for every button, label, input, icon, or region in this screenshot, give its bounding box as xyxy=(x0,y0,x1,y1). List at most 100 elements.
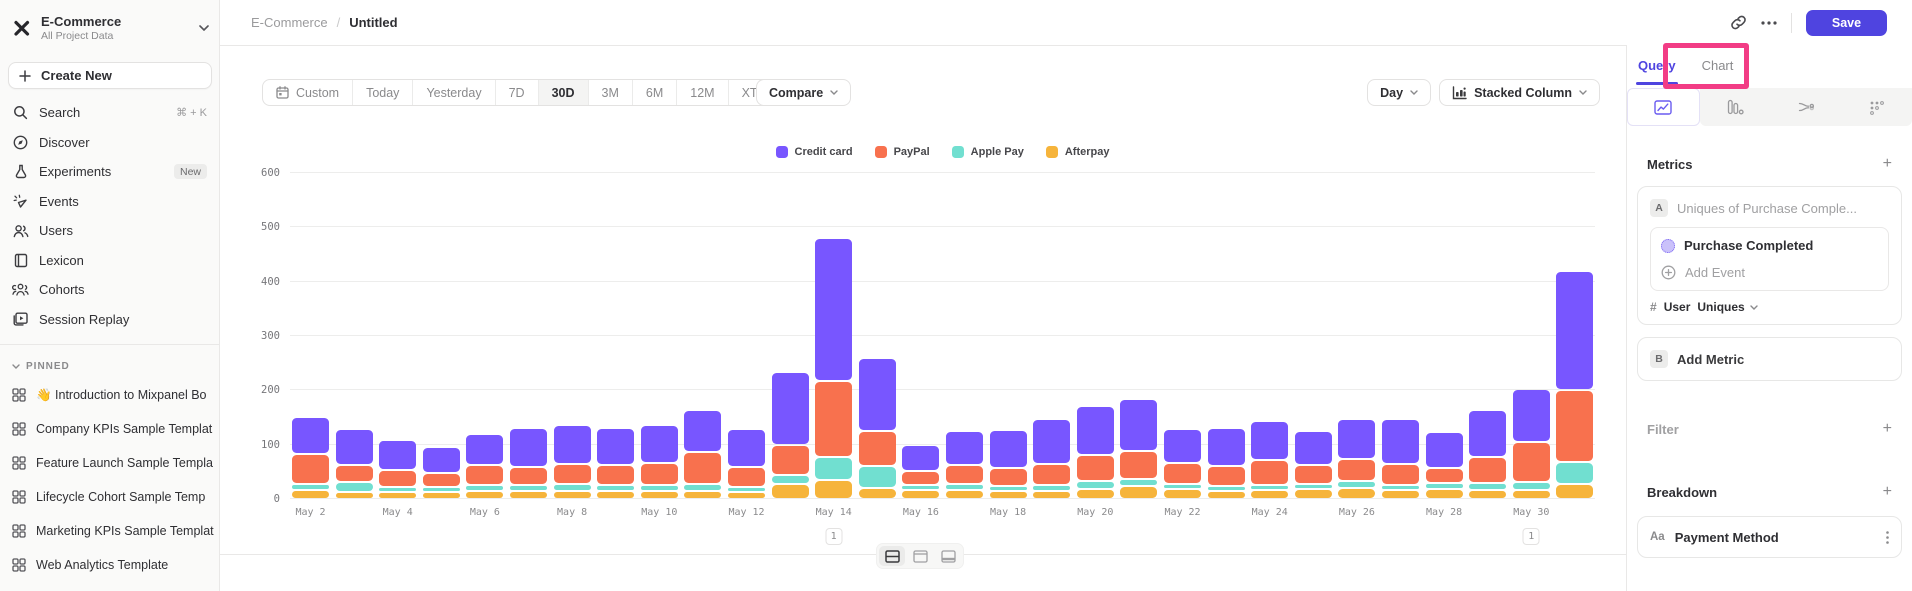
layout-top-button[interactable] xyxy=(907,546,933,566)
layout-bottom-button[interactable] xyxy=(935,546,961,566)
pinned-section-header[interactable]: PINNED xyxy=(0,345,219,378)
tab-retention[interactable] xyxy=(1841,88,1912,126)
breakdown-card[interactable]: Aa Payment Method xyxy=(1637,516,1902,558)
pinned-board-intro[interactable]: 👋 Introduction to Mixpanel Bo xyxy=(0,378,219,412)
sidebar-item-cohorts[interactable]: Cohorts xyxy=(0,275,219,305)
tab-insights[interactable] xyxy=(1627,88,1700,126)
stacked-bar-may-11[interactable] xyxy=(684,411,721,498)
pinned-board-company-kpis[interactable]: Company KPIs Sample Templat xyxy=(0,412,219,446)
tab-funnels[interactable] xyxy=(1700,88,1771,126)
pinned-board-web-analytics[interactable]: Web Analytics Template xyxy=(0,548,219,582)
bar-segment-apple-pay xyxy=(990,487,1027,490)
date-range-6m[interactable]: 6M xyxy=(633,80,677,105)
sidebar-item-experiments[interactable]: Experiments New xyxy=(0,157,219,187)
pinned-board-marketing-kpis[interactable]: Marketing KPIs Sample Templat xyxy=(0,514,219,548)
stacked-bar-may-8[interactable] xyxy=(554,426,591,498)
agg-type-dropdown[interactable]: Uniques xyxy=(1697,300,1757,314)
kebab-menu-icon[interactable] xyxy=(1886,531,1889,544)
annotation-count-badge[interactable]: 1 xyxy=(1523,528,1540,545)
sidebar-item-lexicon[interactable]: Lexicon xyxy=(0,246,219,276)
bar-segment-afterpay xyxy=(684,492,721,498)
bar-segment-paypal xyxy=(815,382,852,456)
date-range-3m[interactable]: 3M xyxy=(589,80,633,105)
metric-card-b[interactable]: B Add Metric xyxy=(1637,337,1902,381)
stacked-bar-may-6[interactable] xyxy=(466,435,503,498)
more-options-button[interactable] xyxy=(1761,21,1777,25)
date-range-30d-selected[interactable]: 30D xyxy=(539,80,589,105)
pinned-board-lifecycle-cohort[interactable]: Lifecycle Cohort Sample Temp xyxy=(0,480,219,514)
stacked-bar-may-31[interactable] xyxy=(1556,272,1593,498)
stacked-bar-may-23[interactable] xyxy=(1208,429,1245,498)
date-range-custom[interactable]: Custom xyxy=(263,80,353,105)
add-event-row[interactable]: Add Event xyxy=(1661,259,1878,286)
event-row-purchase-completed[interactable]: Purchase Completed xyxy=(1661,232,1878,259)
stacked-bar-may-17[interactable] xyxy=(946,432,983,498)
agg-entity[interactable]: User xyxy=(1664,300,1691,314)
date-range-12m[interactable]: 12M xyxy=(677,80,728,105)
sidebar-item-search[interactable]: Search ⌘ + K xyxy=(0,98,219,128)
gridline xyxy=(290,335,1595,336)
stacked-bar-may-3[interactable] xyxy=(336,430,373,498)
stacked-bar-may-19[interactable] xyxy=(1033,420,1070,498)
stacked-bar-may-7[interactable] xyxy=(510,429,547,498)
stacked-bar-may-16[interactable] xyxy=(902,446,939,498)
stacked-bar-may-15[interactable] xyxy=(859,359,896,498)
legend-item-credit-card[interactable]: Credit card xyxy=(776,146,853,158)
bar-segment-afterpay xyxy=(772,485,809,498)
stacked-bar-may-25[interactable] xyxy=(1295,432,1332,498)
legend-item-afterpay[interactable]: Afterpay xyxy=(1046,146,1110,158)
legend-item-paypal[interactable]: PayPal xyxy=(875,146,930,158)
stacked-bar-may-29[interactable] xyxy=(1469,411,1506,498)
stacked-bar-may-30[interactable] xyxy=(1513,390,1550,498)
add-metric-plus-button[interactable]: + xyxy=(1883,156,1892,172)
tab-chart[interactable]: Chart xyxy=(1702,45,1734,85)
date-range-today[interactable]: Today xyxy=(353,80,413,105)
stacked-bar-may-10[interactable] xyxy=(641,426,678,498)
metric-a-title-row[interactable]: A Uniques of Purchase Comple... xyxy=(1650,197,1889,219)
chart-type-button[interactable]: Stacked Column xyxy=(1439,79,1600,106)
copy-link-button[interactable] xyxy=(1730,14,1747,31)
stacked-bar-may-14[interactable] xyxy=(815,239,852,498)
legend-swatch xyxy=(952,146,964,158)
date-range-7d[interactable]: 7D xyxy=(496,80,539,105)
sidebar-item-events[interactable]: Events xyxy=(0,187,219,217)
save-button[interactable]: Save xyxy=(1806,10,1887,36)
stacked-bar-may-18[interactable] xyxy=(990,431,1027,498)
date-range-yesterday[interactable]: Yesterday xyxy=(413,80,495,105)
stacked-bar-may-4[interactable] xyxy=(379,441,416,498)
tab-flows[interactable] xyxy=(1771,88,1842,126)
stacked-bar-may-21[interactable] xyxy=(1120,400,1157,499)
tab-query[interactable]: Query xyxy=(1638,45,1676,85)
bar-segment-apple-pay xyxy=(728,488,765,491)
create-new-button[interactable]: Create New xyxy=(8,62,212,89)
annotation-count-badge[interactable]: 1 xyxy=(825,528,842,545)
add-breakdown-plus-button[interactable]: + xyxy=(1883,484,1892,500)
stacked-bar-may-12[interactable] xyxy=(728,430,765,498)
stacked-bar-may-26[interactable] xyxy=(1338,420,1375,498)
granularity-button[interactable]: Day xyxy=(1367,79,1431,106)
project-switcher[interactable]: E-Commerce All Project Data xyxy=(0,0,219,42)
sidebar-item-session-replay[interactable]: Session Replay xyxy=(0,305,219,335)
stacked-bar-may-5[interactable] xyxy=(423,448,460,498)
stacked-bar-may-13[interactable] xyxy=(772,373,809,498)
bar-segment-apple-pay xyxy=(1208,487,1245,490)
stacked-bar-may-27[interactable] xyxy=(1382,420,1419,498)
pinned-board-feature-launch[interactable]: Feature Launch Sample Templa xyxy=(0,446,219,480)
stacked-bar-may-22[interactable] xyxy=(1164,430,1201,498)
stacked-bar-may-20[interactable] xyxy=(1077,407,1114,498)
stacked-bar-may-28[interactable] xyxy=(1426,433,1463,498)
stacked-bar-may-9[interactable] xyxy=(597,429,634,498)
report-title[interactable]: Untitled xyxy=(349,15,397,30)
layout-split-button[interactable] xyxy=(879,546,905,566)
stacked-bar-may-24[interactable] xyxy=(1251,422,1288,498)
legend-item-apple-pay[interactable]: Apple Pay xyxy=(952,146,1024,158)
bar-segment-paypal xyxy=(859,432,896,465)
sidebar-item-users[interactable]: Users xyxy=(0,216,219,246)
stacked-bar-may-2[interactable] xyxy=(292,418,329,498)
sidebar-item-discover[interactable]: Discover xyxy=(0,128,219,158)
compare-button[interactable]: Compare xyxy=(756,79,851,106)
bar-segment-paypal xyxy=(1295,466,1332,483)
breadcrumb-project[interactable]: E-Commerce xyxy=(251,15,328,30)
add-filter-plus-button[interactable]: + xyxy=(1883,421,1892,437)
breakdown-section-header: Breakdown + xyxy=(1647,484,1892,500)
